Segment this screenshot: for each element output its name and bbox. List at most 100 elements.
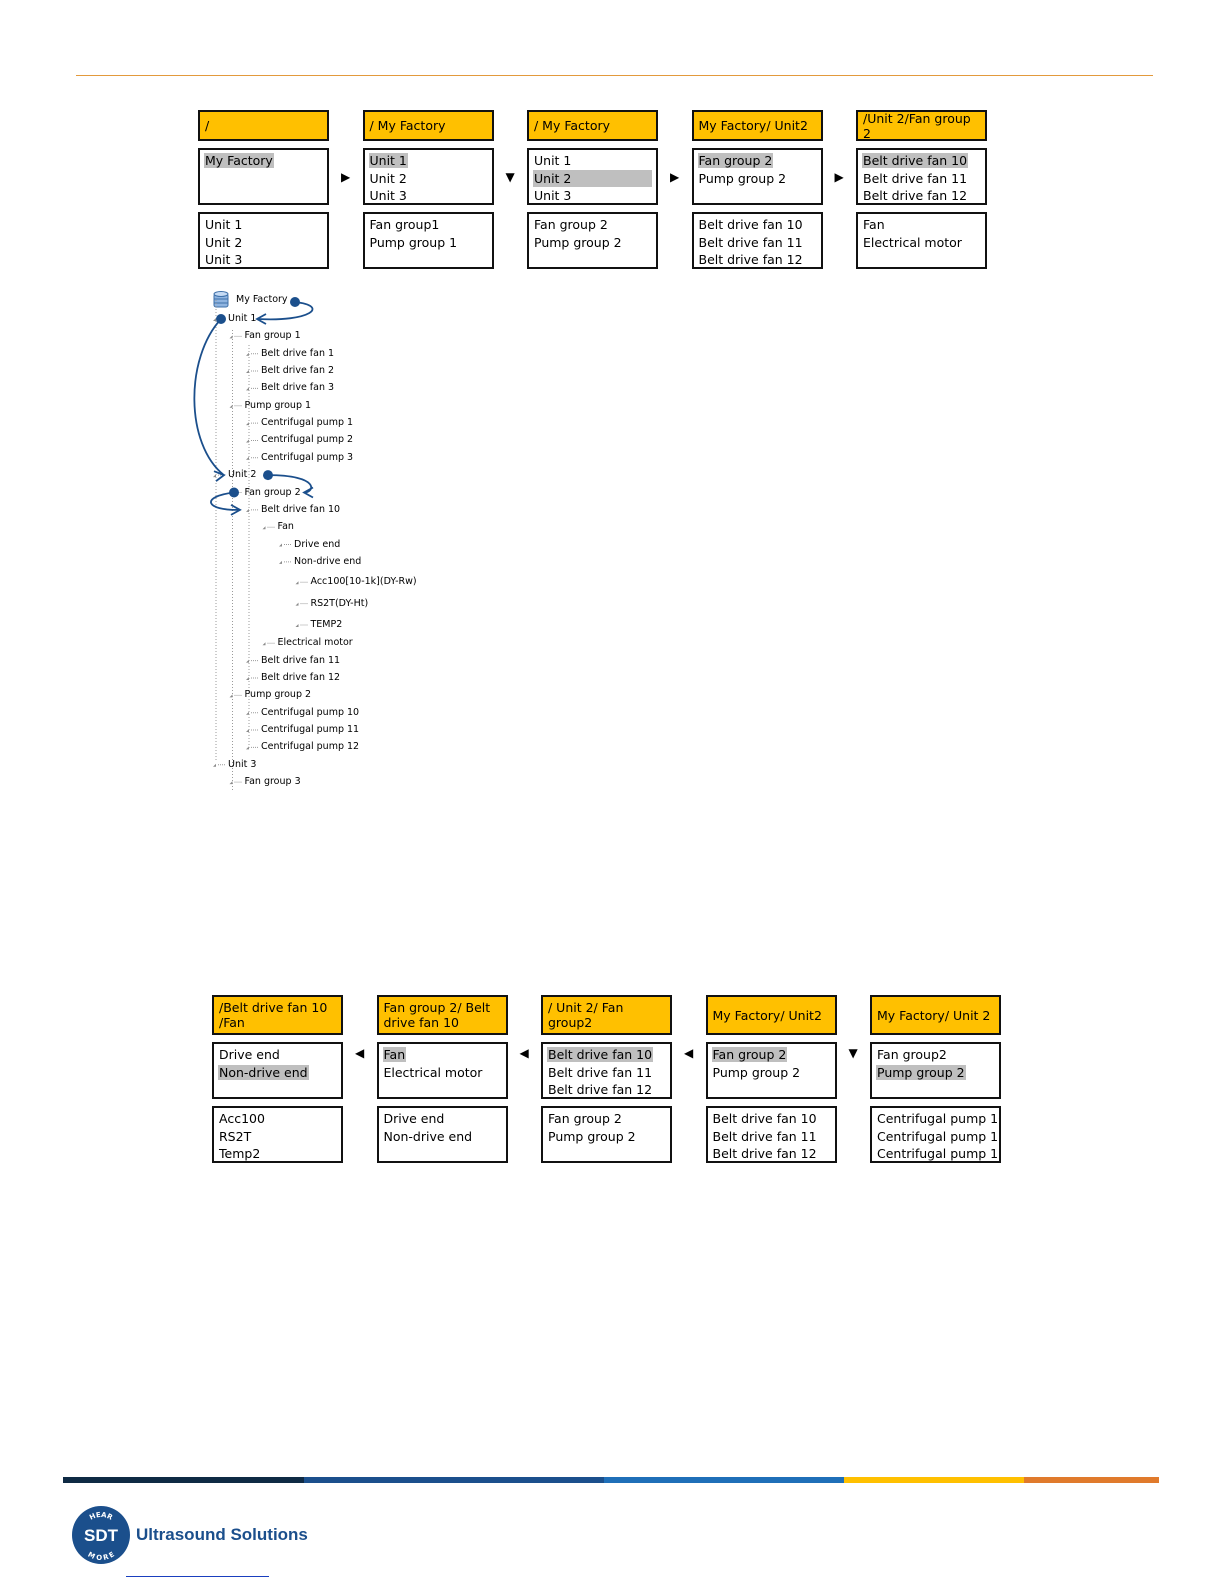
list-item[interactable]: Belt drive fan 11: [547, 1064, 666, 1082]
list-item-label: Fan group 2: [711, 1047, 788, 1062]
tree-node-label[interactable]: Electrical motor: [278, 637, 353, 648]
tree-node-label[interactable]: Centrifugal pump 11: [261, 724, 359, 735]
list-item[interactable]: Drive end: [218, 1046, 337, 1064]
list-item: Centrifugal pump 11: [876, 1128, 999, 1146]
tree-node-label[interactable]: Drive end: [294, 539, 340, 550]
screen-header: / Unit 2/ Fan group2: [541, 995, 672, 1035]
screen-list-secondary: Centrifugal pump 10 Centrifugal pump 11 Ce…: [870, 1106, 1001, 1163]
screen-list-primary: Fan group 2 Pump group 2: [705, 1042, 837, 1099]
list-item: Belt drive fan 11: [712, 1128, 831, 1146]
sdt-logo: HEAR MORE SDT: [72, 1506, 130, 1564]
list-item-label: Belt drive fan 11: [548, 1064, 653, 1080]
list-item-label: Fan group2: [877, 1047, 947, 1062]
list-item[interactable]: Belt drive fan 12: [547, 1081, 666, 1097]
list-item: Temp2: [218, 1145, 337, 1161]
tree-node-label[interactable]: Pump group 2: [245, 689, 312, 700]
screen-list-primary: Belt drive fan 10 Belt drive fan 11 Belt d…: [541, 1042, 672, 1099]
list-item[interactable]: Pump group 2: [712, 1064, 831, 1082]
tree-node-label[interactable]: Unit 1: [228, 313, 256, 324]
navigation-arrow-path: [193, 318, 225, 476]
footer-bar-5: [1024, 1477, 1159, 1483]
tree-node-label[interactable]: Acc100[10-1k](DY-Rw): [311, 576, 417, 587]
list-item: Drive end: [383, 1110, 502, 1128]
list-item-label: Belt drive fan 10: [712, 1111, 817, 1126]
list-item-label: Non-drive end: [383, 1128, 473, 1144]
screen-list-primary: Drive end Non-drive end: [212, 1042, 343, 1099]
footer-bar-1: [63, 1477, 304, 1483]
screen-list-primary: Fan group2 Pump group 2: [870, 1042, 1001, 1099]
footer-bar-3: [604, 1477, 844, 1483]
database-icon: [213, 291, 229, 308]
expand-triangle-icon[interactable]: [295, 581, 299, 585]
tree-node-label[interactable]: Centrifugal pump 12: [261, 741, 359, 752]
expand-triangle-icon[interactable]: [295, 623, 299, 627]
footer-bar-2: [304, 1477, 604, 1483]
expand-triangle-icon[interactable]: [279, 543, 282, 547]
footer-bar-4: [844, 1477, 1024, 1483]
screen-list-secondary: Fan group 2 Pump group 2: [541, 1106, 672, 1163]
list-item: Acc100: [218, 1110, 337, 1128]
screen-header: /Belt drive fan 10 /Fan: [212, 995, 343, 1035]
tree-node-label[interactable]: Pump group 1: [245, 400, 312, 411]
list-item-label: RS2T: [219, 1128, 252, 1144]
tree-node-label[interactable]: Belt drive fan 1: [261, 348, 334, 359]
selected-list-item[interactable]: Belt drive fan 10: [547, 1046, 666, 1064]
tree-node-label[interactable]: Belt drive fan 12: [261, 672, 340, 683]
selected-list-item[interactable]: Fan group 2: [711, 1046, 831, 1064]
screen-list-secondary: Drive end Non-drive end: [376, 1106, 508, 1163]
list-item-label: Pump group 2: [548, 1128, 636, 1144]
list-item-label: Drive end: [383, 1111, 445, 1126]
expand-triangle-icon[interactable]: [279, 560, 282, 564]
tree-root-label[interactable]: My Factory: [236, 294, 288, 305]
list-item-label: Pump group 2: [712, 1064, 801, 1080]
list-item-label: Belt drive fan 11: [712, 1128, 817, 1144]
logo-text: SDT: [84, 1526, 119, 1545]
list-item[interactable]: Electrical motor: [383, 1064, 502, 1082]
tree-node-label[interactable]: Fan: [278, 521, 294, 532]
tree-node-label[interactable]: Centrifugal pump 10: [261, 707, 359, 718]
tree-node-label[interactable]: Belt drive fan 11: [261, 655, 340, 666]
expand-triangle-icon[interactable]: [213, 763, 216, 767]
selected-list-item[interactable]: Pump group 2: [876, 1064, 995, 1082]
expand-triangle-icon[interactable]: [262, 526, 266, 530]
tree-node-label[interactable]: Unit 3: [228, 759, 256, 770]
tree-node-label[interactable]: Belt drive fan 2: [261, 365, 334, 376]
list-item: Fan group 2: [547, 1110, 666, 1128]
screen-header: My Factory/ Unit2: [705, 995, 837, 1035]
tree-node-label[interactable]: Fan group 1: [245, 330, 301, 341]
tree-node-label[interactable]: Centrifugal pump 3: [261, 452, 353, 463]
list-item-label: Centrifugal pump 12: [877, 1146, 1001, 1161]
list-item: Centrifugal pump 10: [876, 1110, 999, 1128]
tree-node-label[interactable]: Non-drive end: [294, 556, 361, 567]
tree-node-label[interactable]: Belt drive fan 10: [261, 504, 340, 515]
footer-link-underline: [126, 1576, 269, 1577]
tree-node-label[interactable]: Centrifugal pump 1: [261, 417, 353, 428]
tree-node-label[interactable]: Fan group 3: [245, 776, 301, 787]
tree-node-label[interactable]: Centrifugal pump 2: [261, 434, 353, 445]
navigation-arrow-icon: ◀: [519, 1046, 529, 1060]
screen-header: My Factory/ Unit 2: [870, 995, 1001, 1035]
screen-header: Fan group 2/ Belt drive fan 10: [376, 995, 508, 1035]
list-item-label: Fan group 2: [548, 1111, 622, 1126]
expand-triangle-icon[interactable]: [295, 602, 299, 606]
tree-connectors: [193, 291, 314, 790]
screen-list-secondary: Acc100 RS2T Temp2: [212, 1106, 343, 1163]
list-item-label: Belt drive fan 12: [548, 1082, 653, 1097]
tree-node-label[interactable]: TEMP2: [311, 619, 343, 630]
list-item: RS2T: [218, 1128, 337, 1146]
list-item: Centrifugal pump 12: [876, 1145, 999, 1161]
list-item: Non-drive end: [383, 1128, 502, 1146]
list-item-label: Pump group 2: [876, 1064, 966, 1080]
list-item-label: Electrical motor: [383, 1064, 483, 1080]
expand-triangle-icon[interactable]: [262, 642, 266, 646]
navigation-arrow-icon: ◀: [355, 1046, 365, 1060]
selected-list-item[interactable]: Fan: [382, 1046, 502, 1064]
tree-node-label[interactable]: Fan group 2: [245, 487, 301, 498]
arrowhead-icon: [302, 486, 314, 499]
tree-node-label[interactable]: RS2T(DY-Ht): [311, 598, 369, 609]
list-item: Belt drive fan 10: [712, 1110, 831, 1128]
tree-node-label[interactable]: Unit 2: [228, 469, 256, 480]
list-item[interactable]: Fan group2: [876, 1046, 995, 1064]
tree-node-label[interactable]: Belt drive fan 3: [261, 382, 334, 393]
selected-list-item[interactable]: Non-drive end: [218, 1064, 337, 1082]
